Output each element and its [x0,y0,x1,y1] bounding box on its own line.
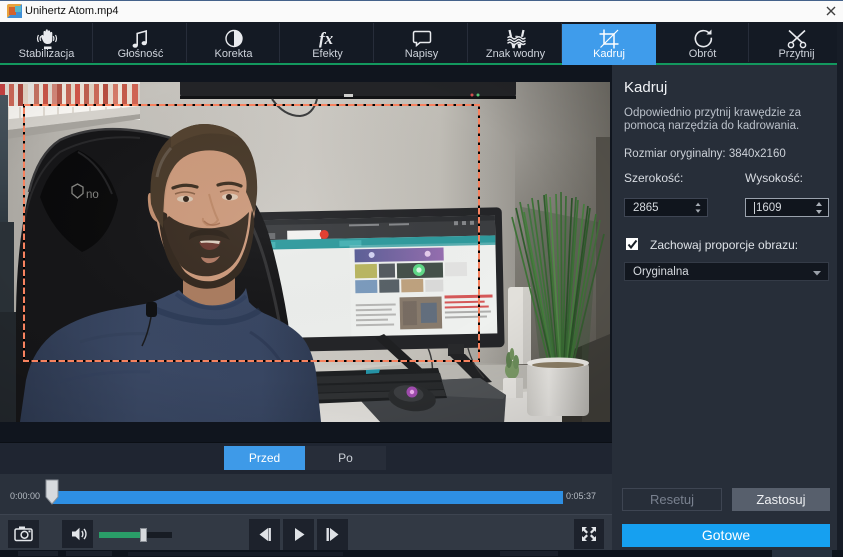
svg-text:fx: fx [319,29,334,48]
